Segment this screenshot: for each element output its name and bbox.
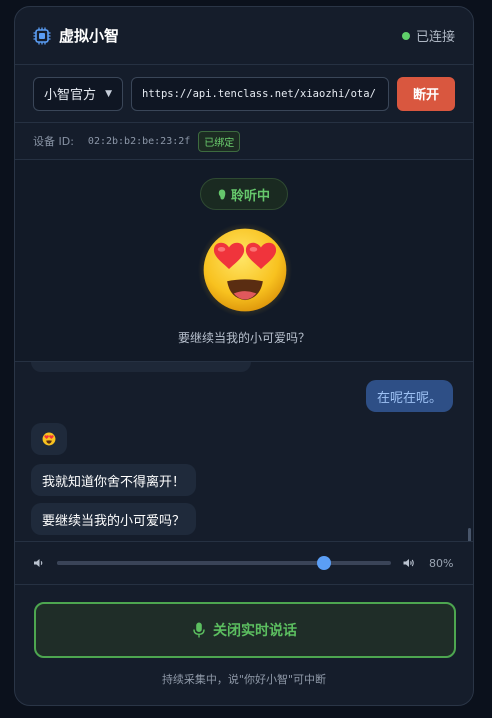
chat-history[interactable]: 在呢在呢。 😍 我就知道你舍不得离开！ 要继续当我的小可爱吗？: [15, 362, 473, 542]
avatar-caption: 要继续当我的小可爱吗？: [177, 331, 310, 345]
status-text: 已连接: [415, 30, 455, 45]
bot-emoji-message: 😍: [31, 423, 67, 455]
app-card: 虚拟小智 已连接 小智官方 ▼ 断开 设备 ID: 02:2b:b2:be:23…: [14, 6, 474, 706]
volume-slider-fill: [57, 561, 325, 565]
microphone-icon: [193, 622, 205, 638]
talk-button-label: 关闭实时说话: [213, 623, 297, 639]
bot-message: 要继续当我的小可爱吗？: [31, 503, 197, 535]
volume-high-icon: [403, 559, 414, 567]
chat-scrollbar[interactable]: [468, 528, 471, 541]
server-config-row: 小智官方 ▼ 断开: [15, 65, 473, 123]
connection-status: 已连接: [401, 26, 455, 45]
listening-indicator: 聆听中: [200, 178, 288, 210]
heart-eyes-emoji-icon: [198, 223, 292, 317]
volume-low-icon: [34, 559, 43, 567]
avatar-panel: 聆听中 要继续当我的小可爱吗？: [15, 160, 473, 362]
header: 虚拟小智 已连接: [15, 7, 473, 65]
bound-status-badge: 已绑定: [198, 130, 241, 152]
talk-hint: 持续采集中，说"你好小智"可中断: [161, 673, 327, 686]
server-source-value: 小智官方: [44, 88, 97, 103]
volume-slider[interactable]: [57, 556, 391, 570]
chevron-down-icon: ▼: [105, 88, 112, 99]
user-message: 在呢在呢。: [365, 380, 453, 412]
disconnect-button[interactable]: 断开: [397, 76, 455, 111]
status-dot-icon: [401, 31, 410, 40]
chip-icon: [33, 27, 51, 44]
ota-url-input[interactable]: [131, 76, 389, 111]
device-id-label: 设备 ID:: [33, 135, 74, 148]
stop-realtime-talk-button[interactable]: 关闭实时说话: [34, 602, 456, 658]
listening-label: 聆听中: [230, 188, 270, 204]
ear-icon: [218, 189, 226, 199]
heart-eyes-emoji-small-icon: [42, 432, 56, 446]
volume-control: 80%: [15, 542, 473, 585]
app-title: 虚拟小智: [59, 27, 120, 45]
volume-slider-thumb[interactable]: [317, 556, 332, 570]
brand: 虚拟小智: [33, 25, 119, 46]
server-source-select[interactable]: 小智官方 ▼: [33, 76, 123, 111]
device-info-row: 设备 ID: 02:2b:b2:be:23:2f 已绑定: [15, 123, 473, 160]
volume-value: 80%: [429, 556, 454, 570]
bot-message: 我就知道你舍不得离开！: [31, 464, 197, 496]
message-bubble-partial: [31, 362, 251, 372]
device-id-value: 02:2b:b2:be:23:2f: [87, 135, 191, 147]
